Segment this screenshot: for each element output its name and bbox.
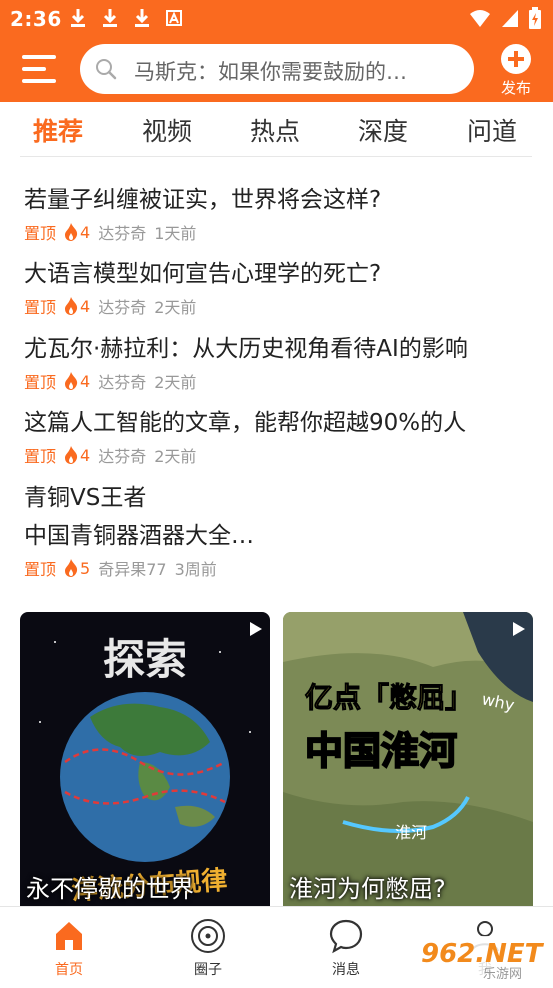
thumb-heading: 探索 <box>103 635 187 684</box>
hot-count: 4 <box>64 297 90 316</box>
news-item[interactable]: 大语言模型如何宣告心理学的死亡? 置顶 4 达芬奇 2天前 <box>24 257 534 318</box>
category-tabs: 推荐 视频 热点 深度 问道 <box>20 102 532 157</box>
flame-icon <box>65 372 78 390</box>
tab-video[interactable]: 视频 <box>142 112 192 148</box>
news-item[interactable]: 若量子纠缠被证实，世界将会这样? 置顶 4 达芬奇 1天前 <box>24 183 534 244</box>
message-bubble-icon <box>329 919 363 954</box>
app-header: 马斯克：如果你需要鼓励的… 发布 <box>0 36 553 102</box>
flame-icon <box>65 559 78 577</box>
news-title[interactable]: 青铜VS王者 <box>24 481 534 515</box>
news-meta: 置顶 4 达芬奇 2天前 <box>24 443 534 467</box>
news-meta: 置顶 5 奇异果77 3周前 <box>24 556 534 580</box>
tab-wendao[interactable]: 问道 <box>467 112 517 148</box>
video-title[interactable]: 淮河为何憋屈? <box>289 869 446 904</box>
status-notification-icons <box>70 8 182 28</box>
hot-value: 4 <box>80 222 91 242</box>
tab-recommend[interactable]: 推荐 <box>33 112 83 148</box>
nav-home[interactable]: 首页 <box>29 917 109 979</box>
flame-icon <box>65 223 78 241</box>
news-meta: 置顶 4 达芬奇 1天前 <box>24 220 534 244</box>
hot-count: 4 <box>64 372 90 391</box>
publish-button[interactable]: 发布 <box>496 44 536 98</box>
video-title[interactable]: 永不停歇的世界 <box>26 869 194 904</box>
news-meta: 置顶 4 达芬奇 2天前 <box>24 294 534 318</box>
nav-messages-label: 消息 <box>332 962 360 978</box>
menu-icon[interactable] <box>22 55 56 83</box>
thumb-heading: 中国淮河 <box>305 729 457 773</box>
notification-a-icon <box>166 10 182 26</box>
download-icon <box>135 9 149 27</box>
signal-icon <box>502 10 518 27</box>
nav-circle[interactable]: 圈子 <box>168 917 248 979</box>
publish-label: 发布 <box>500 79 531 97</box>
hot-count: 4 <box>64 223 90 242</box>
hot-value: 4 <box>80 445 91 465</box>
pinned-tag: 置顶 <box>24 560 57 579</box>
news-subtitle[interactable]: 中国青铜器酒器大全… <box>24 519 534 553</box>
author: 达芬奇 <box>98 224 147 243</box>
news-item[interactable]: 青铜VS王者 中国青铜器酒器大全… 置顶 5 奇异果77 3周前 <box>24 481 534 580</box>
time: 1天前 <box>154 224 197 243</box>
play-icon <box>513 622 525 636</box>
flame-icon <box>65 297 78 315</box>
news-title[interactable]: 这篇人工智能的文章，能帮你超越90%的人 <box>24 406 534 440</box>
video-card[interactable]: 亿点「憋屈」 why 中国淮河 淮河 淮河为何憋屈? <box>283 612 533 906</box>
hot-count: 5 <box>64 559 90 578</box>
news-title[interactable]: 若量子纠缠被证实，世界将会这样? <box>24 183 534 217</box>
video-grid: 探索 洋流分布规律 永不停歇的世界 亿点「憋屈」 why 中国淮河 淮河 淮河为… <box>20 612 533 906</box>
hot-value: 4 <box>80 371 91 391</box>
author: 达芬奇 <box>98 447 147 466</box>
author: 达芬奇 <box>98 373 147 392</box>
hot-value: 4 <box>80 296 91 316</box>
home-icon <box>56 922 82 950</box>
news-title[interactable]: 大语言模型如何宣告心理学的死亡? <box>24 257 534 291</box>
status-time: 2:36 <box>10 7 62 31</box>
video-card[interactable]: 探索 洋流分布规律 永不停歇的世界 <box>20 612 270 906</box>
battery-charging-icon <box>529 7 541 29</box>
play-icon <box>250 622 262 636</box>
time: 2天前 <box>154 298 197 317</box>
author: 达芬奇 <box>98 298 147 317</box>
news-title[interactable]: 尤瓦尔·赫拉利：从大历史视角看待AI的影响 <box>24 332 534 366</box>
time: 2天前 <box>154 447 197 466</box>
author: 奇异果77 <box>98 560 167 579</box>
circle-disc-icon <box>191 919 225 953</box>
download-icon <box>103 9 117 27</box>
watermark-text: 962.NET <box>421 939 545 969</box>
nav-home-label: 首页 <box>55 962 83 978</box>
download-icon <box>71 9 85 27</box>
thumb-river: 淮河 <box>395 823 427 842</box>
time: 3周前 <box>174 560 217 579</box>
status-system-icons <box>469 7 541 29</box>
news-item[interactable]: 尤瓦尔·赫拉利：从大历史视角看待AI的影响 置顶 4 达芬奇 2天前 <box>24 332 534 393</box>
plus-icon <box>501 44 531 74</box>
news-item[interactable]: 这篇人工智能的文章，能帮你超越90%的人 置顶 4 达芬奇 2天前 <box>24 406 534 467</box>
site-watermark: 962.NET 乐游网 <box>413 928 553 984</box>
watermark-subtext: 乐游网 <box>483 967 522 982</box>
nav-circle-label: 圈子 <box>194 962 222 978</box>
tab-hot[interactable]: 热点 <box>250 112 300 148</box>
video-thumbnail-huai-river: 亿点「憋屈」 why 中国淮河 淮河 <box>283 612 533 906</box>
search-bar[interactable]: 马斯克：如果你需要鼓励的… <box>80 44 474 94</box>
search-icon <box>96 59 117 80</box>
flame-icon <box>65 446 78 464</box>
time: 2天前 <box>154 373 197 392</box>
pinned-tag: 置顶 <box>24 373 57 392</box>
status-bar: 2:36 <box>0 0 553 36</box>
search-input[interactable]: 马斯克：如果你需要鼓励的… <box>134 56 407 86</box>
pinned-tag: 置顶 <box>24 298 57 317</box>
news-meta: 置顶 4 达芬奇 2天前 <box>24 369 534 393</box>
video-thumbnail-ocean-currents: 探索 洋流分布规律 <box>20 612 270 906</box>
tab-depth[interactable]: 深度 <box>358 112 408 148</box>
hot-count: 4 <box>64 446 90 465</box>
pinned-tag: 置顶 <box>24 224 57 243</box>
thumb-top: 亿点「憋屈」 <box>305 681 473 714</box>
pinned-tag: 置顶 <box>24 447 57 466</box>
wifi-icon <box>470 10 490 27</box>
hot-value: 5 <box>80 558 91 578</box>
nav-messages[interactable]: 消息 <box>306 917 386 979</box>
